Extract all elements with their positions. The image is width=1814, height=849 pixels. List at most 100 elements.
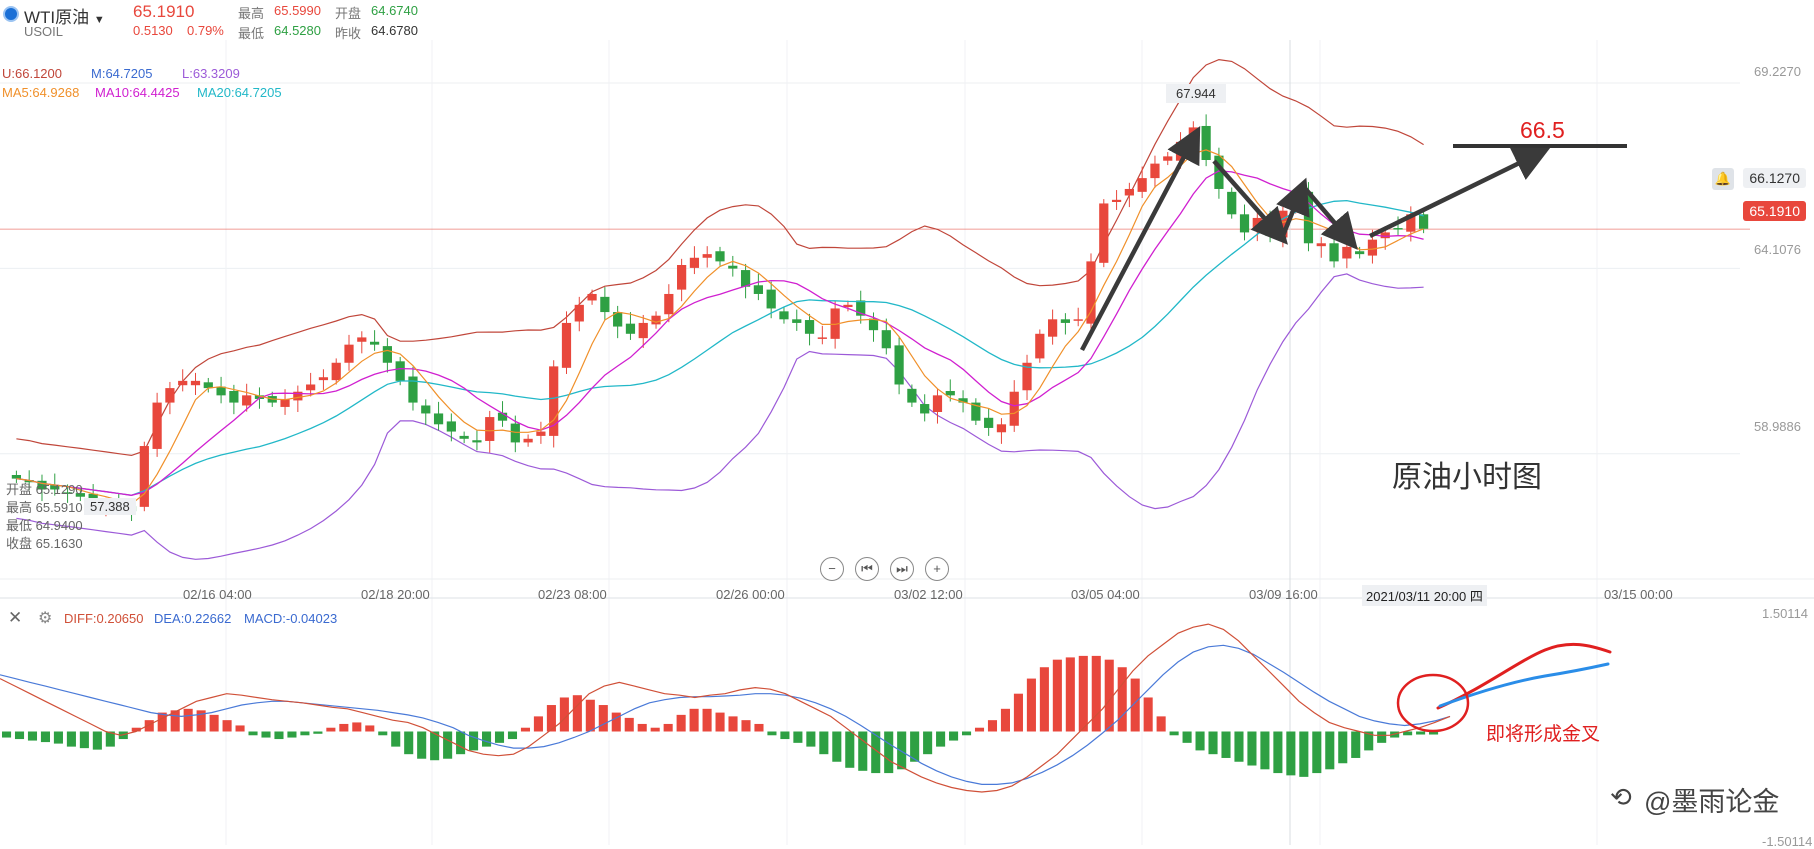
high-value: 65.5990 [274, 3, 321, 18]
candle-body [920, 404, 930, 414]
candle-body [357, 337, 367, 342]
macd-histogram-bar [417, 731, 427, 759]
candle-body [229, 391, 239, 403]
candle [740, 263, 751, 299]
scroll-end-button[interactable]: ⏭ [890, 557, 914, 581]
macd-histogram-bar [1182, 731, 1192, 743]
time-axis-tick: 02/16 04:00 [183, 587, 252, 602]
candle-body [1316, 243, 1326, 247]
macd-histogram-bar [1143, 697, 1153, 732]
candle [932, 389, 943, 424]
bollinger-bands [16, 58, 1424, 560]
macd-histogram-bar [1416, 731, 1426, 735]
macd-histogram-bar [884, 731, 894, 774]
change-pct: 0.79% [187, 23, 224, 38]
candle-body [817, 337, 827, 339]
macd-histogram-bar [533, 716, 543, 732]
chart-title-annotation: 原油小时图 [1392, 461, 1542, 494]
candle-body [485, 417, 495, 441]
alert-bell-icon[interactable]: 🔔 [1712, 168, 1734, 190]
macd-histogram-bar [79, 731, 89, 749]
time-axis-tick: 02/23 08:00 [538, 587, 607, 602]
candle [408, 366, 418, 411]
macd-histogram-bar [1039, 667, 1049, 732]
candle-body [1418, 214, 1429, 229]
symbol-code: USOIL [24, 24, 64, 39]
candle-body [600, 296, 610, 313]
candle [1086, 253, 1096, 334]
close-icon[interactable]: ✕ [8, 608, 22, 628]
macd-histogram-bar [1234, 731, 1244, 762]
candle [1163, 152, 1173, 166]
macd-histogram-bar [1260, 731, 1270, 770]
macd-histogram-bar [27, 731, 38, 741]
macd-histogram-bar [1117, 667, 1127, 732]
candle [1073, 307, 1083, 327]
macd-histogram-bar [1273, 731, 1283, 774]
candle [433, 401, 444, 431]
candle [485, 410, 495, 453]
candle-body [1060, 319, 1071, 323]
candle [357, 331, 367, 354]
candle-body [907, 388, 917, 403]
candle-body [1239, 214, 1250, 233]
scroll-start-button[interactable]: ⏮ [855, 557, 879, 581]
macd-histogram-bar [650, 727, 660, 732]
candle [881, 318, 891, 355]
macd-histogram-bar [845, 731, 855, 768]
time-axis-tick: 03/05 04:00 [1071, 587, 1140, 602]
macd-histogram-bar [2, 731, 12, 738]
candle [1111, 190, 1122, 210]
macd-histogram-bar [1169, 731, 1179, 736]
candle [139, 441, 149, 512]
candle-body [1380, 232, 1390, 239]
candle [1124, 182, 1134, 208]
candle-body [1099, 203, 1109, 263]
candle [190, 372, 201, 395]
candle [472, 430, 482, 451]
forecast-dea-line [1438, 662, 1610, 708]
candle-body [945, 391, 955, 396]
macd-histogram-bar [572, 695, 582, 732]
boll-lower-line [16, 273, 1424, 560]
dropdown-icon[interactable]: ▼ [94, 14, 105, 26]
candle-body [689, 257, 700, 268]
macd-histogram-bar [300, 731, 310, 736]
candle-body [510, 423, 520, 443]
annotations [1080, 126, 1627, 733]
macd-histogram-bar [248, 731, 258, 736]
macd-histogram-bar [780, 731, 790, 740]
macd-histogram-bar [689, 708, 699, 732]
candles [11, 114, 1429, 521]
macd-histogram-bar [261, 731, 271, 738]
candle-body [932, 395, 943, 412]
prev-close-value: 64.6780 [371, 23, 418, 38]
macd-histogram-bar [741, 720, 751, 732]
macd-histogram-bar [14, 731, 25, 740]
candle [1316, 237, 1326, 258]
candle-body [318, 377, 329, 381]
macd-histogram-bar [1000, 708, 1010, 732]
macd-histogram-bar [443, 731, 453, 759]
macd-histogram-bar [715, 712, 725, 732]
candle-body [894, 345, 904, 385]
candle-body [369, 341, 380, 345]
candle-body [344, 344, 354, 363]
candle [421, 399, 431, 426]
macd-histogram-bar [313, 731, 323, 734]
zoom-in-button[interactable]: + [925, 557, 949, 581]
macd-histogram-bar [754, 723, 764, 732]
candle [561, 311, 572, 374]
open-value: 64.6740 [371, 3, 418, 18]
candle [1239, 204, 1250, 241]
macd-histogram-bar [806, 731, 816, 747]
ma10-label: MA10:64.4425 [95, 85, 180, 100]
candle [318, 369, 329, 390]
candle-body [152, 402, 162, 449]
zoom-out-button[interactable]: − [820, 557, 844, 581]
macd-histogram-bar [507, 731, 518, 740]
candle-body [792, 319, 802, 323]
price-axis-tick: 58.9886 [1754, 419, 1801, 434]
open-label: 开盘 [335, 6, 362, 21]
gear-icon[interactable]: ⚙ [38, 608, 52, 628]
